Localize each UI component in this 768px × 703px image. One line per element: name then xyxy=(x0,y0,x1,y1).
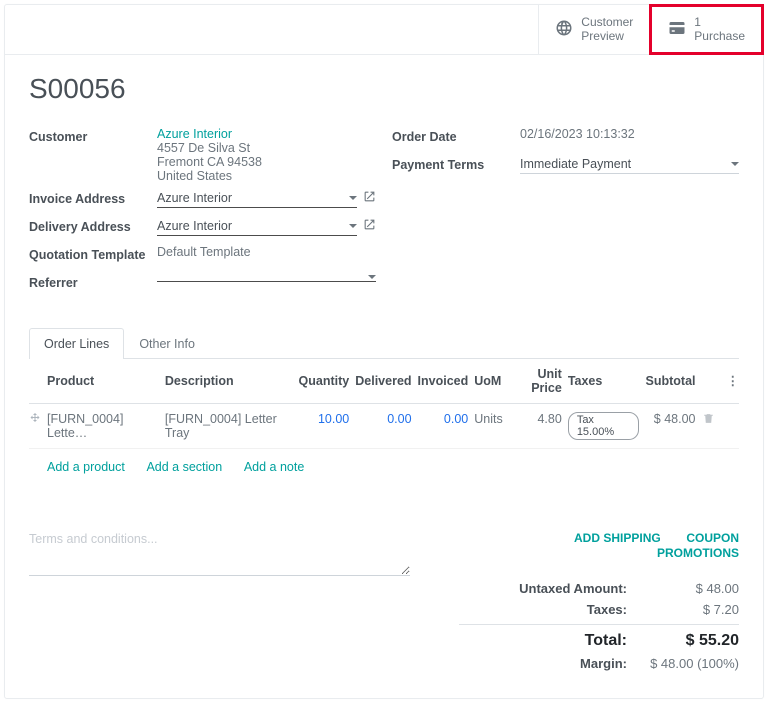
tab-other-info[interactable]: Other Info xyxy=(124,328,210,359)
customer-preview-button[interactable]: Customer Preview xyxy=(538,5,649,54)
taxes-label: Taxes: xyxy=(587,602,627,617)
add-product-link[interactable]: Add a product xyxy=(47,460,125,474)
customer-label: Customer xyxy=(29,127,157,144)
promotions-button[interactable]: PROMOTIONS xyxy=(657,546,739,560)
stat-buttons: Customer Preview 1 Purchase xyxy=(5,5,763,55)
customer-city: Fremont CA 94538 xyxy=(157,155,376,169)
total-value: $ 55.20 xyxy=(649,632,739,650)
col-uom: UoM xyxy=(474,359,508,404)
table-row[interactable]: [FURN_0004] Lette… [FURN_0004] Letter Tr… xyxy=(29,403,739,448)
payment-terms-select[interactable]: Immediate Payment xyxy=(520,155,739,174)
customer-street: 4557 De Silva St xyxy=(157,141,376,155)
preview-title: Customer xyxy=(581,15,633,29)
col-product: Product xyxy=(47,359,165,404)
line-description[interactable]: [FURN_0004] Letter Tray xyxy=(165,403,299,448)
tabs: Order Lines Other Info xyxy=(29,327,739,359)
quotation-template-value: Default Template xyxy=(157,245,376,259)
globe-icon xyxy=(555,19,573,40)
payment-terms-label: Payment Terms xyxy=(392,155,520,172)
tab-order-lines[interactable]: Order Lines xyxy=(29,328,124,359)
delivery-address-label: Delivery Address xyxy=(29,217,157,234)
line-tax-pill[interactable]: Tax 15.00% xyxy=(568,412,640,440)
quotation-template-label: Quotation Template xyxy=(29,245,157,262)
col-description: Description xyxy=(165,359,299,404)
order-lines-table: Product Description Quantity Delivered I… xyxy=(29,359,739,449)
terms-input[interactable] xyxy=(29,530,410,576)
chevron-down-icon xyxy=(368,275,376,279)
taxes-value: $ 7.20 xyxy=(649,602,739,617)
order-date-value: 02/16/2023 10:13:32 xyxy=(520,127,739,141)
external-link-icon[interactable] xyxy=(363,190,376,206)
add-section-link[interactable]: Add a section xyxy=(146,460,222,474)
line-product[interactable]: [FURN_0004] Lette… xyxy=(47,403,165,448)
delivery-address-select[interactable]: Azure Interior xyxy=(157,217,357,236)
col-unit-price: Unit Price xyxy=(509,359,568,404)
total-label: Total: xyxy=(585,632,627,650)
drag-handle-icon[interactable] xyxy=(29,403,47,448)
col-taxes: Taxes xyxy=(568,359,646,404)
purchase-count: 1 xyxy=(694,15,745,29)
add-note-link[interactable]: Add a note xyxy=(244,460,304,474)
coupon-button[interactable]: COUPON xyxy=(686,531,739,545)
delete-line-button[interactable] xyxy=(702,403,721,448)
line-unit-price[interactable]: 4.80 xyxy=(509,403,568,448)
invoice-address-select[interactable]: Azure Interior xyxy=(157,189,357,208)
col-delivered: Delivered xyxy=(355,359,417,404)
col-quantity: Quantity xyxy=(299,359,356,404)
add-shipping-button[interactable]: ADD SHIPPING xyxy=(574,531,661,545)
columns-menu-button[interactable]: ⋮ xyxy=(721,359,740,404)
credit-card-icon xyxy=(668,19,686,40)
untaxed-label: Untaxed Amount: xyxy=(519,581,627,596)
purchase-count-button[interactable]: 1 Purchase xyxy=(649,4,764,55)
line-uom[interactable]: Units xyxy=(474,403,508,448)
sales-order-form: Customer Preview 1 Purchase S00056 Custo… xyxy=(4,4,764,699)
line-delivered[interactable]: 0.00 xyxy=(387,412,411,426)
preview-sub: Preview xyxy=(581,29,633,43)
chevron-down-icon xyxy=(731,162,739,166)
line-quantity[interactable]: 10.00 xyxy=(318,412,349,426)
referrer-select[interactable] xyxy=(157,273,376,282)
line-subtotal: $ 48.00 xyxy=(645,403,701,448)
col-invoiced: Invoiced xyxy=(418,359,475,404)
order-name: S00056 xyxy=(29,73,739,105)
untaxed-value: $ 48.00 xyxy=(649,581,739,596)
invoice-address-label: Invoice Address xyxy=(29,189,157,206)
chevron-down-icon xyxy=(349,224,357,228)
col-subtotal: Subtotal xyxy=(645,359,701,404)
line-invoiced[interactable]: 0.00 xyxy=(444,412,468,426)
purchase-label: Purchase xyxy=(694,29,745,43)
order-date-label: Order Date xyxy=(392,127,520,144)
chevron-down-icon xyxy=(349,196,357,200)
external-link-icon[interactable] xyxy=(363,218,376,234)
referrer-label: Referrer xyxy=(29,273,157,290)
margin-label: Margin: xyxy=(580,656,627,671)
customer-country: United States xyxy=(157,169,376,183)
margin-value: $ 48.00 (100%) xyxy=(649,656,739,671)
customer-link[interactable]: Azure Interior xyxy=(157,127,376,141)
